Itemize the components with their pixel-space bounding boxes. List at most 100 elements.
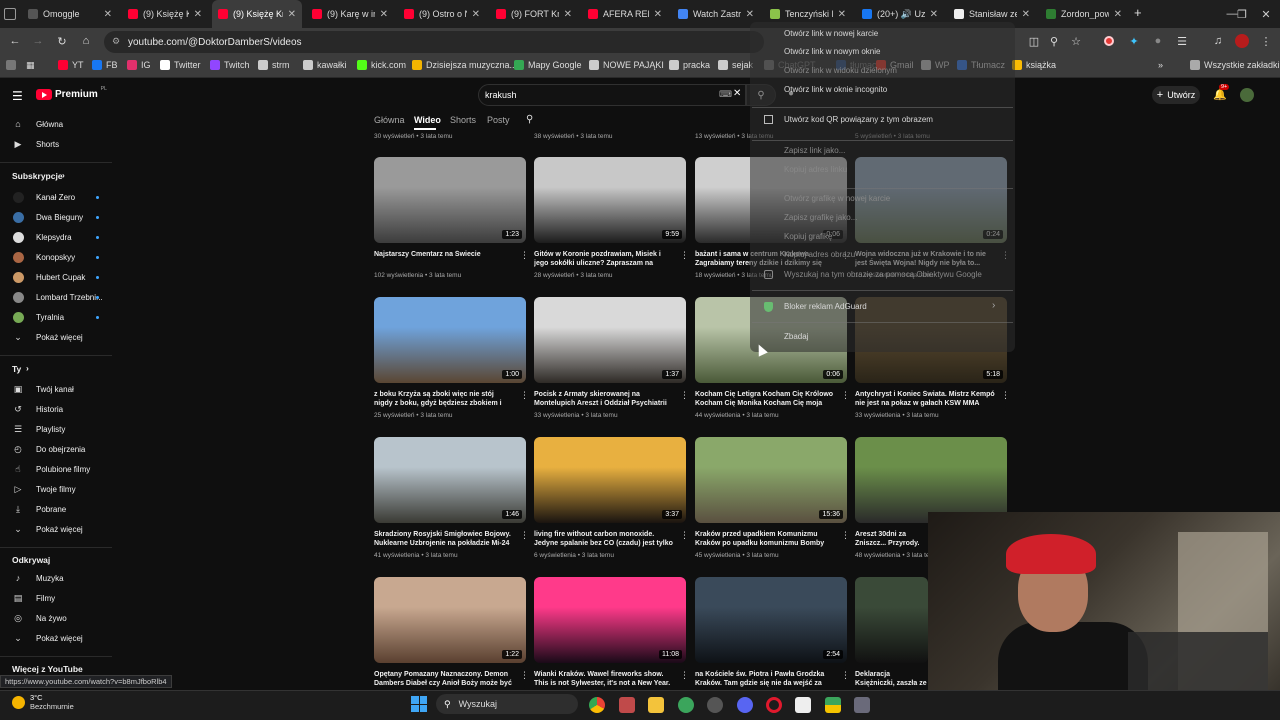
video-title[interactable]: Pocisk z Armaty skierowanej na Montelupi… <box>534 390 674 408</box>
video-title[interactable]: Opętany Pomazany Naznaczony. Demon Dambe… <box>374 670 514 688</box>
context-menu-item[interactable]: Utwórz kod QR powiązany z tym obrazem <box>784 115 933 124</box>
subscriptions-heading[interactable]: Subskrypcje <box>12 171 63 181</box>
bookmark-item[interactable]: Twitch <box>210 60 250 70</box>
record-extension-icon[interactable] <box>1101 33 1117 49</box>
tab-channel[interactable]: Główna <box>374 115 405 125</box>
more-actions-icon[interactable]: ⋮ <box>680 530 689 541</box>
video-title[interactable]: Gitów w Koronie pozdrawiam, Misiek i jeg… <box>534 250 674 268</box>
video-title[interactable]: Areszt 30dni za Zniszcz... Przyrody. Kar… <box>855 530 928 548</box>
video-thumbnail[interactable]: 3:37 <box>534 437 686 523</box>
sidebar-item[interactable]: ◴ Do obejrzenia <box>0 440 112 458</box>
sidebar-item[interactable]: ⤓ Pobrane <box>0 500 112 518</box>
close-tab-icon[interactable]: ✕ <box>746 9 754 20</box>
context-menu-item[interactable]: Zapisz link jako... <box>784 146 845 155</box>
browser-tab[interactable]: Zordon_pow ✕ <box>1040 0 1128 28</box>
bookmarks-overflow-icon[interactable]: » <box>1158 60 1163 70</box>
extensions-puzzle-icon[interactable]: ☰ <box>1174 33 1190 49</box>
close-window-button[interactable]: ✕ <box>1252 0 1280 28</box>
apps-icon[interactable] <box>6 60 16 70</box>
more-actions-icon[interactable]: ⋮ <box>680 390 689 401</box>
context-menu-item[interactable]: Kopiuj grafikę <box>784 232 832 241</box>
close-tab-icon[interactable]: ✕ <box>838 9 846 20</box>
sidebar-item[interactable]: ⌄ Pokaż więcej <box>0 328 112 346</box>
new-tab-button[interactable]: + <box>1134 5 1142 20</box>
sidebar-item[interactable]: ▣ Twój kanał <box>0 380 112 398</box>
close-tab-icon[interactable]: ✕ <box>380 9 388 20</box>
keyboard-icon[interactable]: ⌨ <box>719 89 732 100</box>
sidebar-item[interactable]: Hubert Cupak <box>0 268 112 286</box>
sidebar-item[interactable]: ▶ Shorts <box>0 135 112 153</box>
browser-tab[interactable]: (9) FORT Kra ✕ <box>490 0 578 28</box>
video-title[interactable]: Kraków przed upadkiem Komunizmu Kraków p… <box>695 530 835 548</box>
bookmark-item[interactable]: Dzisiejsza muzyczna... <box>412 60 517 70</box>
tab-channel[interactable]: Shorts <box>450 115 476 125</box>
windows-start-icon[interactable] <box>411 696 427 712</box>
video-thumbnail[interactable] <box>855 577 928 663</box>
context-menu-item[interactable]: Zbadaj <box>784 332 808 341</box>
video-thumbnail[interactable]: 1:23 <box>374 157 526 243</box>
sidebar-item[interactable]: ▷ Twoje filmy <box>0 480 112 498</box>
video-title[interactable]: Skradziony Rosyjski Śmigłowiec Bojowy. N… <box>374 530 514 548</box>
sidebar-item[interactable]: Tyralnia <box>0 308 112 326</box>
sidebar-item[interactable]: ♪ Muzyka <box>0 569 112 587</box>
browser-tab[interactable]: (9) Księżę Kr ✕ <box>122 0 208 28</box>
video-title[interactable]: Antychryst i Koniec Świata. Mistrz Kempó… <box>855 390 995 408</box>
site-info-icon[interactable]: ⚙ <box>112 36 120 47</box>
more-actions-icon[interactable]: ⋮ <box>680 250 689 261</box>
close-tab-icon[interactable]: ✕ <box>930 9 938 20</box>
more-actions-icon[interactable]: ⋮ <box>520 670 529 681</box>
bookmark-item[interactable]: NOWE PAJĄKI <box>589 60 664 70</box>
close-tab-icon[interactable]: ✕ <box>472 9 480 20</box>
more-actions-icon[interactable]: ⋮ <box>520 530 529 541</box>
sidebar-item[interactable]: ▤ Filmy <box>0 589 112 607</box>
bookmark-item[interactable]: Twitter <box>160 60 201 70</box>
bookmark-item[interactable]: YT <box>58 60 84 70</box>
discord-taskbar-icon[interactable] <box>737 697 753 713</box>
context-menu-item[interactable]: Otwórz link w nowym oknie <box>784 47 880 56</box>
video-title[interactable]: Wianki Kraków. Wawel fireworks show. Thi… <box>534 670 674 688</box>
zoom-icon[interactable]: ⚲ <box>1046 33 1062 49</box>
bookmark-item[interactable]: IG <box>127 60 151 70</box>
browser-tab[interactable]: AFERA REPR ✕ <box>582 0 668 28</box>
avatar[interactable] <box>1240 88 1254 102</box>
context-menu-item[interactable]: Otwórz link w widoku dzielonym <box>784 66 897 75</box>
bookmark-item[interactable]: kick.com <box>357 60 406 70</box>
tab-channel[interactable]: Posty <box>487 115 510 125</box>
video-thumbnail[interactable]: 1:00 <box>374 297 526 383</box>
bookmark-item[interactable]: sejak <box>718 60 753 70</box>
youtube-search-input[interactable]: krakush ⌨ ✕ <box>478 84 746 106</box>
video-thumbnail[interactable]: 1:37 <box>534 297 686 383</box>
sidebar-item[interactable]: ☝ Polubione filmy <box>0 460 112 478</box>
browser-tab[interactable]: Watch Zastr ✕ <box>672 0 760 28</box>
more-actions-icon[interactable]: ⋮ <box>680 670 689 681</box>
bookmark-item[interactable]: pracka <box>669 60 710 70</box>
app-taskbar-icon[interactable] <box>619 697 635 713</box>
tab-groups-icon[interactable]: ▦ <box>26 60 35 71</box>
sidebar-item[interactable]: ⌄ Pokaż więcej <box>0 629 112 647</box>
sidebar-item[interactable]: ☰ Playlisty <box>0 420 112 438</box>
context-menu-item[interactable]: Wyszukaj na tym obrazie za pomocą Obiekt… <box>784 270 982 279</box>
opera-taskbar-icon[interactable] <box>766 697 782 713</box>
context-menu-item[interactable]: Kopiuj adres obrazu <box>784 250 855 259</box>
close-tab-icon[interactable]: ✕ <box>1022 9 1030 20</box>
sidebar-item[interactable]: Kanał Zero <box>0 188 112 206</box>
bookmark-item[interactable]: Mapy Google <box>514 60 582 70</box>
video-thumbnail[interactable] <box>855 437 1007 523</box>
bookmark-item[interactable]: książka <box>1012 60 1056 70</box>
video-thumbnail[interactable]: 2:54 <box>695 577 847 663</box>
calculator-taskbar-icon[interactable] <box>854 697 870 713</box>
install-app-icon[interactable]: ◫ <box>1026 33 1042 49</box>
browser-tab[interactable]: (9) Ostro o N ✕ <box>398 0 486 28</box>
close-tab-icon[interactable]: ✕ <box>104 9 112 20</box>
close-tab-icon[interactable]: ✕ <box>1114 9 1122 20</box>
weather-widget[interactable]: 3°C Bezchmurnie <box>12 693 74 711</box>
video-title[interactable]: Kocham Cię Letigra Kocham Cię Królowo Ko… <box>695 390 835 408</box>
taskbar-search-input[interactable]: ⚲ Wyszukaj <box>436 694 578 714</box>
video-thumbnail[interactable]: 9:59 <box>534 157 686 243</box>
close-tab-icon[interactable]: ✕ <box>194 9 202 20</box>
settings-taskbar-icon[interactable] <box>707 697 723 713</box>
sidebar-item[interactable]: ⌄ Pokaż więcej <box>0 520 112 538</box>
video-title[interactable]: Deklaracja Księżniczki, zaszła ze mną w … <box>855 670 928 688</box>
profile-icon[interactable] <box>1234 33 1250 49</box>
browser-menu-icon[interactable]: ⋮ <box>1258 33 1274 49</box>
